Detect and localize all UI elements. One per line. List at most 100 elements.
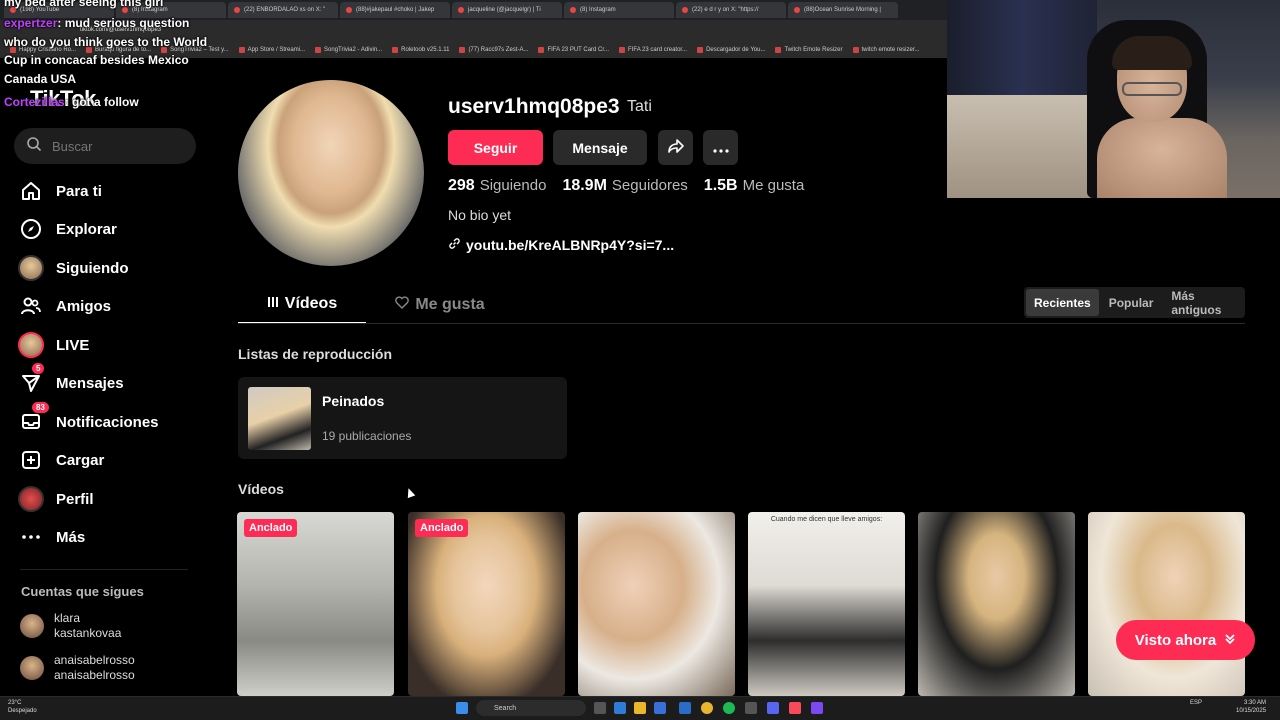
bookmark-item[interactable]: Roletoob v25.1.11 (392, 47, 449, 53)
sidebar-item-mensajes[interactable]: 5 Mensajes (18, 363, 198, 400)
tab-favicon-icon (682, 7, 688, 13)
browser-tab-title: (22) e d r y on X: "https:// (692, 7, 759, 13)
task-view-icon[interactable] (594, 702, 606, 714)
profile-stats: 298 Siguiendo 18.9M Seguidores 1.5B Me gust… (448, 177, 804, 195)
chrome-icon[interactable] (701, 702, 713, 714)
sidebar-item-amigos[interactable]: Amigos (18, 289, 198, 323)
visto-ahora-button[interactable]: Visto ahora (1116, 620, 1255, 660)
profile-nickname: Tati (627, 98, 652, 115)
sort-popular[interactable]: Popular (1101, 289, 1162, 316)
sidebar-item-label: Cargar (56, 451, 105, 469)
home-icon (18, 178, 44, 204)
pinned-badge: Anclado (415, 519, 469, 537)
bookmark-item[interactable]: Descargador de You... (697, 47, 765, 53)
video-thumbnail[interactable]: Cuando me dicen que lleve amigos: (748, 512, 905, 696)
more-options-button[interactable] (703, 130, 738, 165)
tab-favicon-icon (570, 7, 576, 13)
bookmark-favicon-icon (315, 47, 322, 53)
bookmark-item[interactable]: App Store / Streami... (238, 47, 305, 53)
file-explorer-icon[interactable] (634, 702, 646, 714)
windows-start-icon[interactable] (456, 702, 468, 714)
browser-tab-title: (88)Ocean Sunrise Morning | (804, 7, 881, 13)
bookmark-item[interactable]: (77) Racc97s Zest-A... (459, 47, 528, 53)
sidebar-item-label: Más (56, 528, 86, 546)
follow-button[interactable]: Seguir (448, 130, 543, 165)
message-button[interactable]: Mensaje (553, 130, 647, 165)
share-button[interactable] (658, 130, 693, 165)
mail-icon[interactable] (679, 702, 691, 714)
chat-username: Cortezillas (4, 95, 65, 109)
bookmark-item[interactable]: twitch emote resizer... (852, 47, 920, 53)
sidebar-item-parati[interactable]: Para ti (18, 174, 198, 208)
playlist-title[interactable]: Peinados (322, 393, 384, 409)
videos-header: Vídeos (238, 481, 284, 497)
friends-icon (18, 293, 44, 319)
heart-outline-icon (395, 295, 410, 314)
sidebar-item-siguiendo[interactable]: Siguiendo (18, 251, 198, 285)
following-account[interactable]: klara kastankovaa (20, 611, 121, 641)
taskbar-search[interactable]: Search (476, 700, 586, 716)
obs-icon[interactable] (745, 702, 757, 714)
video-thumbnail[interactable] (918, 512, 1075, 696)
tab-videos[interactable]: Vídeos (238, 285, 366, 324)
sidebar-item-cargar[interactable]: Cargar (18, 443, 198, 477)
tab-likes[interactable]: Me gusta (380, 285, 500, 324)
profile-link-text[interactable]: youtu.be/KreALBNRp4Y?si=7... (466, 237, 674, 253)
bookmark-item[interactable]: SongTrivia2 - Adivin... (315, 47, 382, 53)
browser-tab[interactable]: (88)Ocean Sunrise Morning | (788, 2, 898, 18)
bookmark-favicon-icon (538, 47, 545, 53)
sidebar-item-label: Notificaciones (56, 413, 159, 431)
playlist-thumbnail[interactable] (248, 387, 311, 450)
sidebar-item-live[interactable]: LIVE (18, 328, 198, 362)
search-box[interactable] (14, 128, 196, 164)
profile-link[interactable]: youtu.be/KreALBNRp4Y?si=7... (448, 237, 674, 253)
more-dots-icon (712, 140, 729, 156)
taskbar-language[interactable]: ESP (1190, 700, 1202, 706)
stat-followers[interactable]: 18.9M Seguidores (562, 177, 687, 195)
edge-icon[interactable] (614, 702, 626, 714)
music-icon[interactable] (789, 702, 801, 714)
browser-tab[interactable]: jacqueline (@jacquelgr) | Ti (452, 2, 562, 18)
sort-recent[interactable]: Recientes (1026, 289, 1099, 316)
store-icon[interactable] (654, 702, 666, 714)
sidebar-item-notificaciones[interactable]: 83 Notificaciones (18, 402, 198, 439)
browser-tab[interactable]: (22) e d r y on X: "https:// (676, 2, 786, 18)
search-input[interactable] (52, 138, 182, 154)
video-thumbnail[interactable] (1088, 512, 1245, 696)
bookmark-favicon-icon (775, 47, 782, 53)
video-thumbnail[interactable]: Anclado (237, 512, 394, 696)
sidebar-item-explorar[interactable]: Explorar (18, 212, 198, 246)
browser-tab[interactable]: (22) ENBORDALAO xs on X: " (228, 2, 338, 18)
bookmark-label: SongTrivia2 - Adivin... (324, 47, 383, 53)
sort-oldest[interactable]: Más antiguos (1163, 289, 1243, 317)
discord-icon[interactable] (767, 702, 779, 714)
bookmark-item[interactable]: FIFA 23 card creator... (619, 47, 687, 53)
sidebar-item-label: Perfil (56, 490, 94, 508)
bookmark-item[interactable]: Twitch Emote Resizer (775, 47, 843, 53)
bookmark-label: FIFA 23 PUT Card Cr... (547, 47, 610, 53)
video-thumbnail[interactable]: Anclado (408, 512, 565, 696)
chat-line: expertzer: mud serious question (4, 16, 189, 30)
profile-avatar[interactable] (238, 80, 424, 266)
video-thumbnail[interactable] (578, 512, 735, 696)
taskbar-clock[interactable]: 3:30 AM 10/15/2025 (1236, 699, 1266, 715)
sidebar-item-ms[interactable]: Más (18, 520, 198, 554)
chat-username: expertzer (4, 16, 58, 30)
webcam-curtain (947, 0, 1097, 95)
tabs-divider (238, 323, 1245, 324)
bookmark-favicon-icon (238, 47, 245, 53)
browser-tab[interactable]: (88)#jakepaul #choko | Jakep (340, 2, 450, 18)
tab-favicon-icon (794, 7, 800, 13)
weather-widget[interactable]: 23°C Despejado (8, 699, 37, 715)
twitch-icon[interactable] (811, 702, 823, 714)
sidebar-item-perfil[interactable]: Perfil (18, 482, 198, 516)
browser-tab[interactable]: (8) Instagram (564, 2, 674, 18)
tab-videos-label: Vídeos (284, 294, 338, 312)
notification-badge: 83 (32, 402, 49, 413)
following-account[interactable]: anaisabelrosso anaisabelrosso (20, 653, 135, 683)
bookmark-item[interactable]: FIFA 23 PUT Card Cr... (538, 47, 609, 53)
spotify-icon[interactable] (723, 702, 735, 714)
pinned-badge: Anclado (244, 519, 298, 537)
stat-following[interactable]: 298 Siguiendo (448, 177, 546, 195)
webcam-person-glasses (1122, 82, 1182, 96)
